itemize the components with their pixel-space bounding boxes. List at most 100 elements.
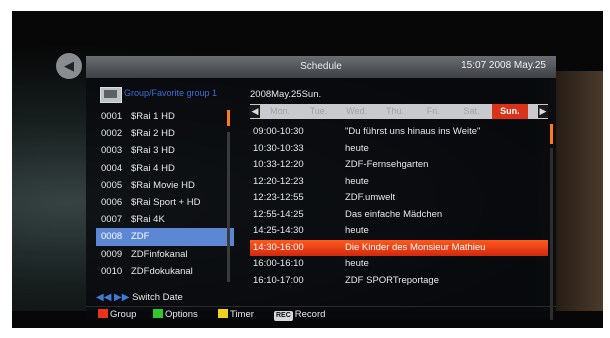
event-time: 14:25-14:30 bbox=[253, 225, 304, 236]
legend-label: Group bbox=[110, 309, 137, 320]
channel-number: 0010 bbox=[101, 265, 123, 277]
legend-label: Timer bbox=[230, 309, 254, 320]
event-row[interactable]: 14:30-16:00 Die Kinder des Monsieur Mathi… bbox=[250, 239, 548, 256]
channel-number: 0002 bbox=[101, 128, 123, 140]
legend-timer[interactable]: Timer bbox=[218, 309, 254, 320]
event-scroll-track[interactable] bbox=[550, 148, 553, 320]
clock: 15:07 2008 May.25 bbox=[461, 60, 546, 71]
channel-number: 0001 bbox=[101, 111, 123, 122]
day-tab-sat[interactable]: Sat. bbox=[453, 106, 489, 116]
channel-name: $Rai 4K bbox=[131, 214, 165, 226]
channel-row[interactable]: 0009 ZDFinfokanal bbox=[96, 246, 234, 263]
event-time: 16:10-17:00 bbox=[253, 274, 304, 286]
event-row[interactable]: 16:00-16:10 heute bbox=[250, 256, 548, 273]
channel-row[interactable]: 0003 $Rai 3 HD bbox=[96, 142, 234, 159]
channel-name: $Rai 1 HD bbox=[131, 111, 175, 122]
channel-name: $Rai 2 HD bbox=[131, 128, 175, 140]
channel-name: $Rai Movie HD bbox=[131, 179, 195, 191]
date-label: 2008May.25Sun. bbox=[250, 89, 322, 100]
event-time: 10:33-12:20 bbox=[253, 159, 304, 170]
day-selector: ◀ ▶ Mon. Tue. Wed. Thu. Fri. Sat. Sun. bbox=[250, 104, 548, 119]
channel-row[interactable]: 0007 $Rai 4K bbox=[96, 211, 234, 228]
channel-pane: Group/Favorite group 1 0001 $Rai 1 HD 0002… bbox=[96, 86, 234, 301]
back-circle-icon[interactable]: ◀ bbox=[56, 53, 82, 79]
event-name: heute bbox=[345, 258, 369, 269]
channel-number: 0006 bbox=[101, 196, 123, 208]
event-row[interactable]: 09:00-10:30 "Du führst uns hinaus ins Wei… bbox=[250, 124, 548, 141]
event-row[interactable]: 10:30-10:33 heute bbox=[250, 141, 548, 158]
event-name: heute bbox=[345, 142, 369, 154]
event-time: 12:55-14:25 bbox=[253, 208, 304, 220]
event-row[interactable]: 12:55-14:25 Das einfache Mädchen bbox=[250, 207, 548, 224]
day-tab-wed[interactable]: Wed. bbox=[339, 106, 375, 116]
day-tab-thu[interactable]: Thu. bbox=[377, 106, 413, 116]
rewind-icon: ◀◀ bbox=[96, 292, 112, 303]
channel-row[interactable]: 0006 $Rai Sport + HD bbox=[96, 194, 234, 211]
tv-icon bbox=[100, 87, 122, 103]
group-color-key-icon bbox=[98, 309, 108, 318]
legend-label: Options bbox=[165, 309, 198, 320]
channel-number: 0005 bbox=[101, 179, 123, 191]
timer-color-key-icon bbox=[218, 309, 228, 318]
day-tab-sun[interactable]: Sun. bbox=[491, 104, 528, 119]
title-bar: Schedule 15:07 2008 May.25 bbox=[86, 56, 556, 78]
day-tab-tue[interactable]: Tue. bbox=[300, 106, 336, 116]
legend-record[interactable]: REC Record bbox=[274, 309, 325, 321]
channel-scroll-track[interactable] bbox=[227, 132, 230, 282]
event-list: 09:00-10:30 "Du führst uns hinaus ins Wei… bbox=[250, 124, 548, 289]
group-header[interactable]: Group/Favorite group 1 bbox=[96, 86, 234, 103]
divider bbox=[86, 306, 556, 307]
channel-name: ZDFinfokanal bbox=[131, 248, 188, 260]
channel-name: ZDF bbox=[131, 231, 150, 243]
event-name: Die Kinder des Monsieur Mathieu bbox=[345, 241, 486, 253]
channel-name: $Rai 4 HD bbox=[131, 162, 175, 174]
channel-row[interactable]: 0008 ZDF bbox=[96, 228, 234, 246]
event-name: ZDF SPORTreportage bbox=[345, 274, 439, 286]
schedule-panel: Schedule 15:07 2008 May.25 Group/Favorit… bbox=[86, 56, 556, 320]
event-row[interactable]: 12:23-12:55 ZDF.umwelt bbox=[250, 190, 548, 207]
channel-row[interactable]: 0002 $Rai 2 HD bbox=[96, 125, 234, 142]
event-time: 12:23-12:55 bbox=[253, 192, 304, 203]
channel-number: 0003 bbox=[101, 145, 123, 157]
event-name: "Du führst uns hinaus ins Weite" bbox=[345, 126, 481, 137]
channel-row[interactable]: 0005 $Rai Movie HD bbox=[96, 177, 234, 194]
switch-date-label: Switch Date bbox=[132, 292, 183, 303]
channel-list: 0001 $Rai 1 HD 0002 $Rai 2 HD 0003 $Rai 3 HD 0… bbox=[96, 108, 234, 280]
day-next-arrow-icon[interactable]: ▶ bbox=[538, 105, 548, 118]
forward-icon: ▶▶ bbox=[114, 292, 130, 303]
event-time: 09:00-10:30 bbox=[253, 126, 304, 137]
event-time: 12:20-12:23 bbox=[253, 175, 304, 187]
day-tab-fri[interactable]: Fri. bbox=[415, 106, 451, 116]
legend-label: Record bbox=[294, 309, 326, 320]
channel-row[interactable]: 0001 $Rai 1 HD bbox=[96, 108, 234, 125]
event-row[interactable]: 14:25-14:30 heute bbox=[250, 223, 548, 240]
event-scroll-thumb[interactable] bbox=[550, 124, 553, 144]
event-name: ZDF-Fernsehgarten bbox=[345, 159, 429, 170]
tv-screen: ◀ Schedule 15:07 2008 May.25 Group/Favor… bbox=[12, 11, 603, 328]
event-time: 10:30-10:33 bbox=[253, 142, 304, 154]
record-badge-icon: REC bbox=[274, 311, 293, 321]
event-name: heute bbox=[345, 225, 369, 236]
legend-group[interactable]: Group bbox=[98, 309, 136, 320]
event-row[interactable]: 16:10-17:00 ZDF SPORTreportage bbox=[250, 273, 548, 290]
color-key-legend: Group Options Timer REC Record bbox=[98, 309, 418, 321]
options-color-key-icon bbox=[153, 309, 163, 318]
event-row[interactable]: 12:20-12:23 heute bbox=[250, 174, 548, 191]
channel-row[interactable]: 0004 $Rai 4 HD bbox=[96, 160, 234, 177]
day-tab-mon[interactable]: Mon. bbox=[262, 106, 298, 116]
event-name: Das einfache Mädchen bbox=[345, 208, 443, 220]
channel-number: 0009 bbox=[101, 248, 123, 260]
event-row[interactable]: 10:33-12:20 ZDF-Fernsehgarten bbox=[250, 157, 548, 174]
channel-number: 0008 bbox=[101, 231, 123, 243]
channel-number: 0007 bbox=[101, 214, 123, 226]
day-prev-arrow-icon[interactable]: ◀ bbox=[250, 105, 260, 118]
group-label: Group/Favorite group 1 bbox=[124, 88, 218, 98]
event-time: 16:00-16:10 bbox=[253, 258, 304, 269]
event-name: heute bbox=[345, 175, 369, 187]
switch-date-hint[interactable]: ◀◀ ▶▶ Switch Date bbox=[96, 292, 183, 303]
channel-name: ZDFdokukanal bbox=[131, 265, 193, 277]
channel-scroll-thumb[interactable] bbox=[227, 110, 230, 126]
channel-row[interactable]: 0010 ZDFdokukanal bbox=[96, 263, 234, 280]
event-time: 14:30-16:00 bbox=[253, 241, 304, 253]
legend-options[interactable]: Options bbox=[153, 309, 198, 320]
